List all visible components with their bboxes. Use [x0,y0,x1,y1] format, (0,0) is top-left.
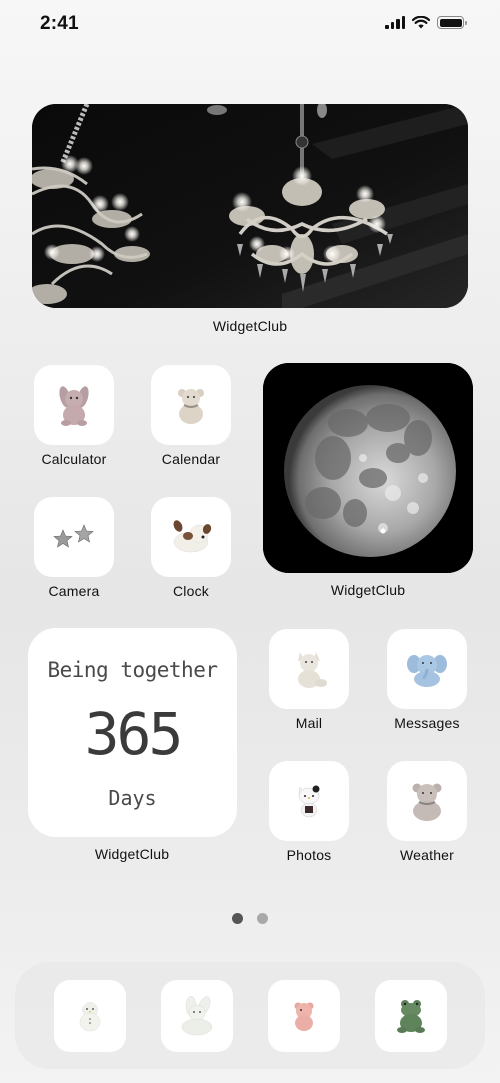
status-time: 2:41 [40,13,79,34]
status-bar: 2:41 [0,0,500,50]
app-label: Mail [295,715,323,731]
moon-photo-widget[interactable] [263,363,473,573]
app-label: Messages [394,715,460,731]
wifi-icon [412,16,430,29]
photos-app-icon[interactable] [269,761,349,841]
dock [15,962,485,1069]
silver-stars-icon [53,524,94,548]
app-camera[interactable]: Camera [34,497,114,599]
calendar-app-icon[interactable] [151,365,231,445]
moon-widget-label: WidgetClub [330,582,406,598]
status-icons [385,16,467,29]
app-label: Calculator [41,451,107,467]
counter-widget-label: WidgetClub [94,846,170,862]
moon-image [263,363,473,573]
clock-app-icon[interactable] [151,497,231,577]
blue-elephant-plush-icon [407,655,447,687]
app-label: Calendar [161,451,221,467]
hello-kitty-plush-icon [298,785,320,818]
app-label: Photos [286,847,332,863]
app-label: Camera [48,583,100,599]
white-bunny-plush-icon [181,996,213,1036]
green-frog-plush-icon [397,1000,425,1033]
app-label: Clock [172,583,209,599]
pink-bunny-plush-icon [59,386,89,426]
spotted-puppy-plush-icon [173,520,212,553]
chandelier-widget-label: WidgetClub [212,318,288,334]
chandelier-photo-widget[interactable] [32,104,468,308]
app-calendar[interactable]: Calendar [151,365,231,467]
cellular-signal-icon [385,16,405,29]
counter-title: Being together [47,658,218,682]
app-weather[interactable]: Weather [387,761,467,863]
pink-bear-plush-icon [294,1002,314,1031]
dock-app-2[interactable] [161,980,233,1052]
camera-app-icon[interactable] [34,497,114,577]
battery-icon [437,16,467,29]
page-dot[interactable] [257,913,268,924]
page-indicator[interactable] [0,913,500,924]
app-calculator[interactable]: Calculator [34,365,114,467]
app-label: Weather [399,847,455,863]
dock-app-1[interactable] [54,980,126,1052]
grey-teddy-bear-plush-icon [412,783,442,821]
app-clock[interactable]: Clock [151,497,231,599]
penguin-plush-icon [79,1002,101,1032]
cream-teddy-bear-plush-icon [178,389,204,424]
mail-app-icon[interactable] [269,629,349,709]
dock-app-4[interactable] [375,980,447,1052]
days-counter-widget[interactable]: Being together 365 Days [28,628,237,837]
app-photos[interactable]: Photos [269,761,349,863]
chandelier-image [32,104,468,308]
white-kitten-plush-icon [298,652,327,688]
weather-app-icon[interactable] [387,761,467,841]
app-messages[interactable]: Messages [387,629,467,731]
page-dot-active[interactable] [232,913,243,924]
counter-unit: Days [108,786,157,810]
dock-app-3[interactable] [268,980,340,1052]
messages-app-icon[interactable] [387,629,467,709]
app-mail[interactable]: Mail [269,629,349,731]
counter-value: 365 [84,700,184,768]
calculator-app-icon[interactable] [34,365,114,445]
